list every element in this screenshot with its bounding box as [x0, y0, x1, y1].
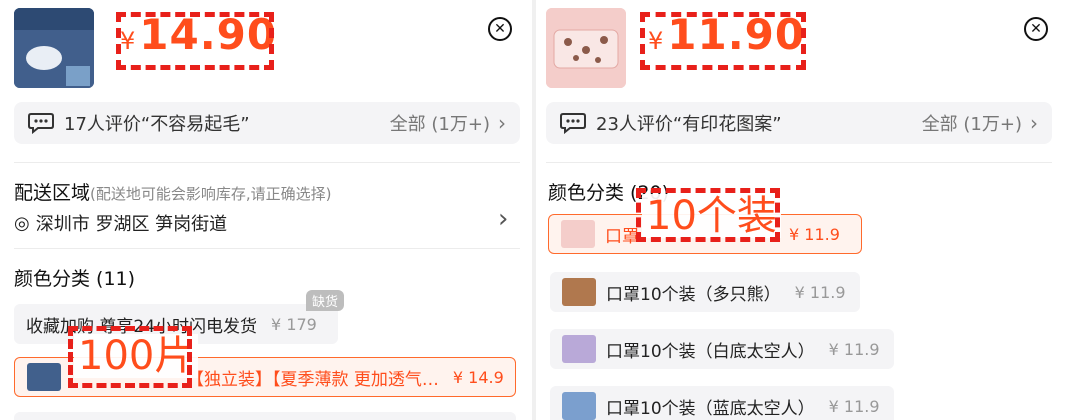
sku-option[interactable]: 口罩10个装（蓝底太空人） ¥ 11.9 — [550, 386, 894, 420]
close-icon[interactable]: ✕ — [1024, 17, 1048, 41]
product-panel-right: ¥ 11.90 ✕ 23人评价“有印花图案” 全部 (1万+) › 颜色分类 (… — [532, 0, 1080, 420]
address-text: 深圳市 罗湖区 笋岗街道 — [35, 214, 228, 235]
product-panel-left: ¥ 14.90 ✕ 17人评价“不容易起毛” 全部 (1万+) › 配送区域(配… — [0, 0, 532, 420]
chevron-right-icon[interactable]: › — [498, 204, 508, 234]
sku-thumbnail — [561, 220, 595, 248]
sku-price: ¥ 11.9 — [794, 282, 846, 302]
review-summary[interactable]: 17人评价“不容易起毛” 全部 (1万+) › — [14, 102, 520, 144]
price-display: ¥ 14.90 — [120, 10, 277, 59]
divider — [14, 248, 520, 249]
sku-label: 口罩 — [605, 226, 639, 247]
review-text: 23人评价“有印花图案” — [596, 114, 782, 135]
color-category-title: 颜色分类 (11) — [14, 268, 136, 290]
review-all-link[interactable]: 全部 (1万+) — [390, 110, 490, 136]
location-pin-icon: ◎ — [14, 212, 30, 234]
sku-thumbnail — [562, 278, 596, 306]
divider — [546, 162, 1052, 163]
review-text: 17人评价“不容易起毛” — [64, 114, 250, 135]
product-thumbnail — [546, 8, 626, 88]
sku-thumbnail — [562, 392, 596, 420]
currency-symbol: ¥ — [120, 27, 136, 55]
price-display: ¥ 11.90 — [648, 10, 805, 59]
sku-label: 口罩10个装（白底太空人） — [606, 341, 815, 362]
sku-thumbnail — [27, 363, 61, 391]
delivery-note: (配送地可能会影响库存,请正确选择) — [90, 185, 332, 203]
comment-icon — [560, 113, 586, 134]
price-amount: 14.90 — [139, 10, 278, 59]
sku-thumbnail — [562, 335, 596, 363]
review-summary[interactable]: 23人评价“有印花图案” 全部 (1万+) › — [546, 102, 1052, 144]
divider — [14, 162, 520, 163]
pink-mask-image — [546, 8, 626, 88]
delivery-address[interactable]: ◎ 深圳市 罗湖区 笋岗街道 — [14, 210, 227, 236]
sku-option[interactable]: 口罩10个装（多只熊） ¥ 11.9 — [550, 272, 860, 312]
price-amount: 11.90 — [667, 10, 806, 59]
mask-box-image — [14, 8, 94, 88]
sku-price: ¥ 11.9 — [828, 339, 880, 359]
sku-option[interactable]: 口罩10个装（白底太空人） ¥ 11.9 — [550, 329, 894, 369]
sku-price: ¥ 14.9 — [452, 367, 504, 387]
sku-label: 口罩10个装（蓝底太空人） — [606, 398, 815, 419]
sku-label: 口罩10个装（多只熊） — [606, 284, 781, 305]
currency-symbol: ¥ — [648, 27, 664, 55]
next-option-edge — [14, 412, 516, 420]
sku-price: ¥ 11.9 — [828, 396, 880, 416]
annotation-text: 100片 — [74, 334, 199, 378]
comment-icon — [28, 113, 54, 134]
close-icon[interactable]: ✕ — [488, 17, 512, 41]
chevron-right-icon: › — [1030, 111, 1038, 135]
annotation-text: 10个装 — [642, 194, 781, 238]
delivery-title: 配送区域(配送地可能会影响库存,请正确选择) — [14, 178, 332, 205]
product-thumbnail — [14, 8, 94, 88]
out-of-stock-badge: 缺货 — [306, 290, 345, 311]
review-all-link[interactable]: 全部 (1万+) — [922, 110, 1022, 136]
sku-price: ¥ 179 — [271, 314, 317, 334]
chevron-right-icon: › — [498, 111, 506, 135]
delivery-label: 配送区域 — [14, 182, 91, 204]
sku-label: 【独立装】【夏季薄款 更加透气… — [187, 369, 439, 390]
sku-price: ¥ 11.9 — [789, 224, 840, 244]
